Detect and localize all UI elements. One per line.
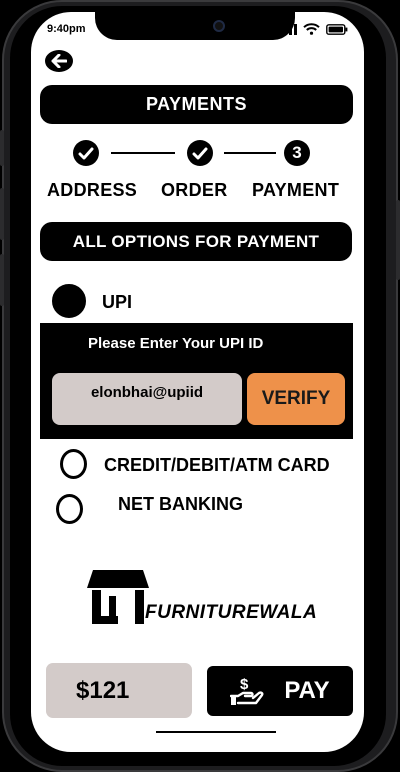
hand-money-icon: $ xyxy=(230,676,264,705)
signal-icon xyxy=(279,23,297,35)
battery-icon xyxy=(326,23,348,35)
notch xyxy=(95,12,295,40)
pay-button[interactable]: $ PAY xyxy=(207,666,353,716)
card-radio[interactable] xyxy=(60,449,87,479)
upi-radio[interactable] xyxy=(52,284,86,318)
step-payment-number: 3 xyxy=(284,140,310,166)
status-icons xyxy=(279,23,348,35)
verify-button[interactable]: VERIFY xyxy=(247,373,345,425)
brand-name: FURNITUREWALA xyxy=(145,602,318,623)
step-order-check-icon xyxy=(187,140,213,166)
step-connector xyxy=(111,152,175,154)
upi-id-input[interactable] xyxy=(52,373,242,425)
wifi-icon xyxy=(303,23,320,35)
step-label-payment: PAYMENT xyxy=(252,180,340,200)
netbanking-radio[interactable] xyxy=(56,494,83,524)
camera-icon xyxy=(213,20,225,32)
step-connector xyxy=(224,152,276,154)
step-label-address: ADDRESS xyxy=(47,180,138,200)
page-title: PAYMENTS xyxy=(40,85,353,124)
step-address-check-icon xyxy=(73,140,99,166)
home-indicator[interactable] xyxy=(156,731,276,733)
side-button-volume-down xyxy=(0,254,4,306)
arrow-left-icon xyxy=(51,54,67,68)
side-button-power xyxy=(396,200,400,280)
svg-text:$: $ xyxy=(240,676,249,693)
card-option-label[interactable]: CREDIT/DEBIT/ATM CARD xyxy=(104,455,330,476)
side-button-volume-up xyxy=(0,188,4,240)
netbanking-option-label[interactable]: NET BANKING xyxy=(118,494,243,515)
shop-logo-icon xyxy=(87,570,149,624)
side-button-mute xyxy=(0,130,4,166)
upi-panel-title: Please Enter Your UPI ID xyxy=(88,335,264,352)
app-screen: 9:40pm PAYMENTS 3 ADDRESS ORDER PAYMENT … xyxy=(31,12,364,752)
total-price: $121 xyxy=(46,663,192,718)
upi-option-label[interactable]: UPI xyxy=(102,292,132,313)
payment-options-heading: ALL OPTIONS FOR PAYMENT xyxy=(40,222,352,261)
back-button[interactable] xyxy=(45,50,73,72)
status-time: 9:40pm xyxy=(47,23,86,35)
pay-button-label: PAY xyxy=(284,677,330,704)
step-label-order: ORDER xyxy=(161,180,228,200)
upi-panel: Please Enter Your UPI ID VERIFY xyxy=(40,323,353,439)
